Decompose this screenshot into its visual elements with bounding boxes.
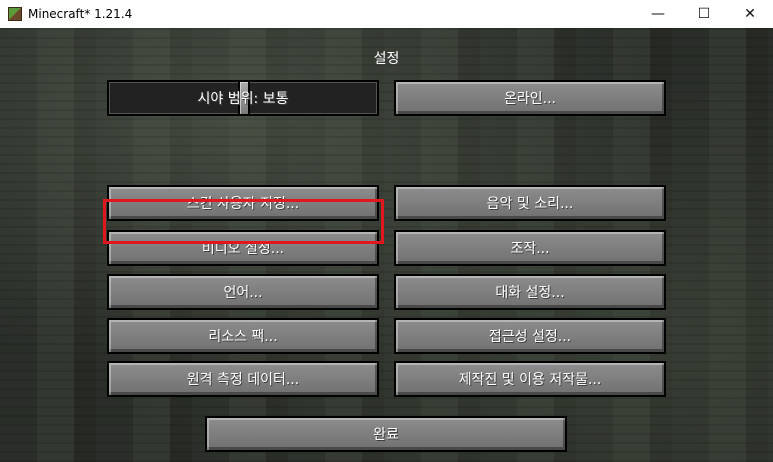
resource-packs-button[interactable]: 리소스 팩... — [107, 318, 379, 354]
close-button[interactable]: ✕ — [727, 0, 773, 28]
done-button[interactable]: 완료 — [205, 416, 567, 452]
skin-customization-button[interactable]: 스킨 사용자 지정... — [107, 185, 379, 221]
window-titlebar: Minecraft* 1.21.4 — ☐ ✕ — [0, 0, 773, 28]
render-distance-slider[interactable]: 시야 범위: 보통 — [107, 80, 379, 116]
language-button[interactable]: 언어... — [107, 274, 379, 310]
chat-settings-button[interactable]: 대화 설정... — [394, 274, 666, 310]
window-title: Minecraft* 1.21.4 — [28, 7, 133, 21]
page-title: 설정 — [373, 51, 400, 67]
minimize-button[interactable]: — — [635, 0, 681, 28]
minecraft-grass-block-icon — [8, 7, 22, 21]
video-settings-button[interactable]: 비디오 설정... — [107, 230, 379, 266]
credits-attribution-button[interactable]: 제작진 및 이용 저작물... — [394, 361, 666, 397]
accessibility-settings-button[interactable]: 접근성 설정... — [394, 318, 666, 354]
telemetry-data-button[interactable]: 원격 측정 데이터... — [107, 361, 379, 397]
controls-button[interactable]: 조작... — [394, 230, 666, 266]
game-viewport: 설정 시야 범위: 보통 온라인... 스킨 사용자 지정... 음악 및 소리… — [0, 28, 773, 462]
slider-label: 시야 범위: 보통 — [197, 91, 289, 107]
online-button[interactable]: 온라인... — [394, 80, 666, 116]
maximize-button[interactable]: ☐ — [681, 0, 727, 28]
music-sound-button[interactable]: 음악 및 소리... — [394, 185, 666, 221]
